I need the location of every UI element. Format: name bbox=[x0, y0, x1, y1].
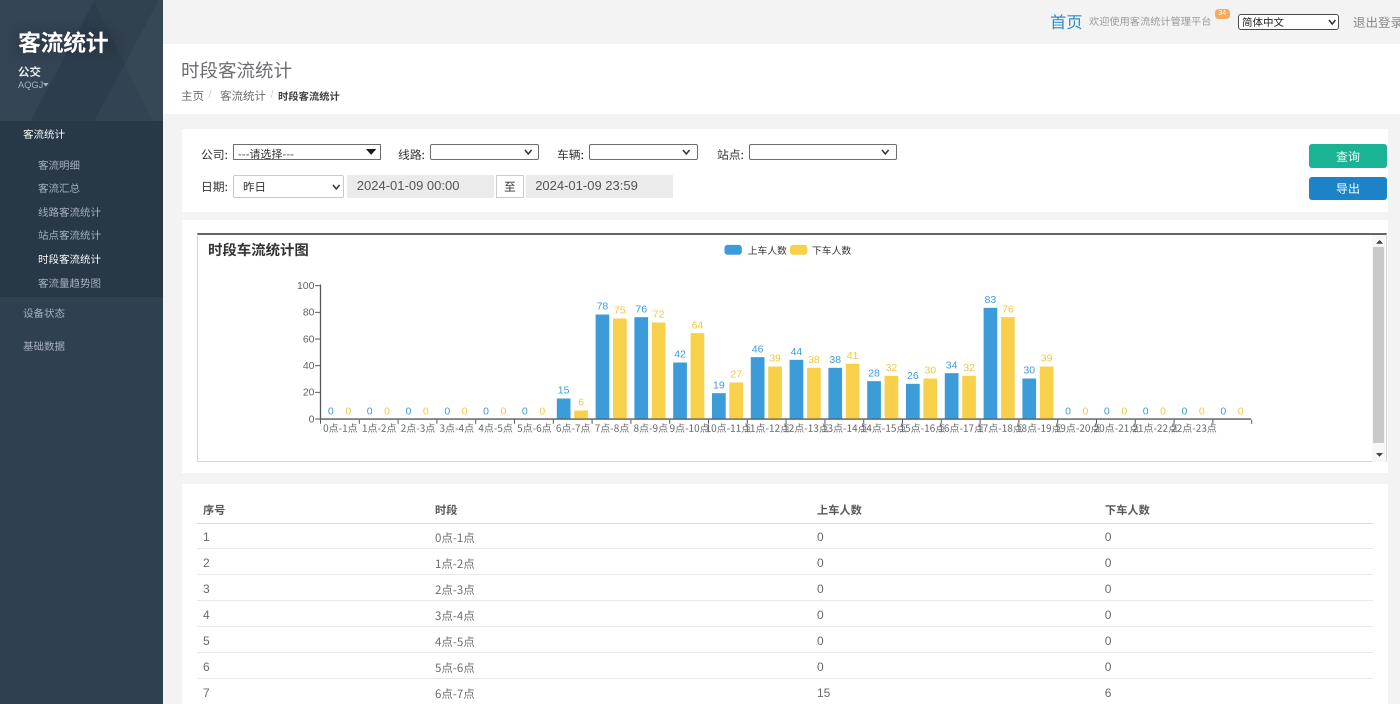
svg-text:40: 40 bbox=[303, 359, 315, 371]
svg-text:83: 83 bbox=[985, 294, 997, 306]
svg-text:0: 0 bbox=[539, 405, 545, 417]
svg-text:0: 0 bbox=[1199, 405, 1205, 417]
svg-text:20: 20 bbox=[303, 386, 315, 398]
svg-text:78: 78 bbox=[597, 300, 609, 312]
svg-text:30: 30 bbox=[1023, 364, 1035, 376]
svg-text:0: 0 bbox=[328, 405, 334, 417]
svg-text:0: 0 bbox=[1065, 405, 1071, 417]
svg-text:76: 76 bbox=[1002, 303, 1014, 315]
svg-text:38: 38 bbox=[808, 354, 820, 366]
svg-text:60: 60 bbox=[303, 333, 315, 345]
svg-text:15: 15 bbox=[558, 384, 570, 396]
svg-text:28: 28 bbox=[868, 367, 880, 379]
svg-text:27: 27 bbox=[730, 368, 742, 380]
svg-text:39: 39 bbox=[769, 352, 781, 364]
svg-text:72: 72 bbox=[653, 308, 665, 320]
svg-text:0: 0 bbox=[367, 405, 373, 417]
svg-text:0: 0 bbox=[483, 405, 489, 417]
svg-text:0: 0 bbox=[1143, 405, 1149, 417]
svg-text:0: 0 bbox=[501, 405, 507, 417]
svg-text:0: 0 bbox=[1238, 405, 1244, 417]
svg-text:38: 38 bbox=[829, 354, 841, 366]
svg-text:0: 0 bbox=[345, 405, 351, 417]
svg-text:34: 34 bbox=[946, 359, 958, 371]
svg-text:30: 30 bbox=[924, 364, 936, 376]
svg-text:0: 0 bbox=[423, 405, 429, 417]
svg-text:26: 26 bbox=[907, 370, 919, 382]
svg-text:0: 0 bbox=[406, 405, 412, 417]
svg-text:0: 0 bbox=[1121, 405, 1127, 417]
svg-text:100: 100 bbox=[297, 279, 315, 291]
svg-text:0: 0 bbox=[522, 405, 528, 417]
svg-text:0: 0 bbox=[1182, 405, 1188, 417]
svg-text:19: 19 bbox=[713, 379, 725, 391]
svg-text:39: 39 bbox=[1041, 352, 1053, 364]
svg-text:44: 44 bbox=[791, 346, 803, 358]
svg-text:0: 0 bbox=[1083, 405, 1089, 417]
svg-text:42: 42 bbox=[674, 348, 686, 360]
svg-text:41: 41 bbox=[847, 350, 859, 362]
svg-text:46: 46 bbox=[752, 343, 764, 355]
svg-text:0: 0 bbox=[384, 405, 390, 417]
svg-text:64: 64 bbox=[692, 319, 704, 331]
svg-text:75: 75 bbox=[614, 304, 626, 316]
svg-text:6: 6 bbox=[578, 396, 584, 408]
svg-text:0: 0 bbox=[1104, 405, 1110, 417]
svg-text:0: 0 bbox=[462, 405, 468, 417]
svg-text:0: 0 bbox=[309, 413, 315, 425]
svg-text:76: 76 bbox=[635, 303, 647, 315]
svg-text:0: 0 bbox=[1220, 405, 1226, 417]
svg-text:0: 0 bbox=[1160, 405, 1166, 417]
svg-text:32: 32 bbox=[963, 362, 975, 374]
svg-text:0: 0 bbox=[444, 405, 450, 417]
svg-text:32: 32 bbox=[886, 362, 898, 374]
svg-text:80: 80 bbox=[303, 306, 315, 318]
